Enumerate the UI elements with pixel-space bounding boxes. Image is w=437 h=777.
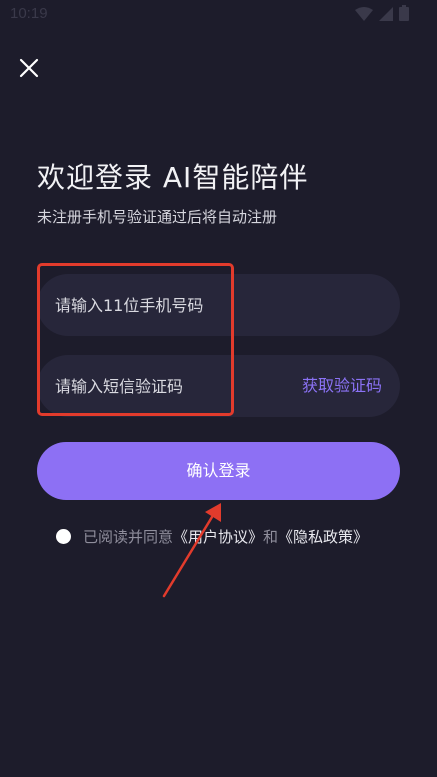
status-time: 10:19 <box>10 5 48 22</box>
page-title: 欢迎登录 AI智能陪伴 <box>37 161 309 194</box>
page-subtitle: 未注册手机号验证通过后将自动注册 <box>37 208 278 226</box>
agreement-row: 已阅读并同意 《用户协议》 和 《隐私政策》 <box>56 524 368 548</box>
phone-field[interactable] <box>37 274 400 336</box>
status-bar: 10:19 <box>0 0 437 30</box>
code-field[interactable]: 获取验证码 <box>37 355 400 417</box>
close-button[interactable] <box>14 55 44 85</box>
close-icon <box>19 58 39 82</box>
get-code-button[interactable]: 获取验证码 <box>302 355 382 417</box>
wifi-icon <box>355 6 373 25</box>
login-button[interactable]: 确认登录 <box>37 442 400 500</box>
battery-icon <box>399 5 409 25</box>
signal-icon <box>379 6 393 25</box>
agreement-and: 和 <box>263 527 279 546</box>
agreement-prefix: 已阅读并同意 <box>83 527 174 546</box>
sms-code-input[interactable] <box>55 355 275 417</box>
user-agreement-link[interactable]: 《用户协议》 <box>173 526 263 547</box>
agree-radio[interactable] <box>56 528 71 544</box>
status-icons <box>355 5 409 25</box>
privacy-policy-link[interactable]: 《隐私政策》 <box>278 526 368 547</box>
phone-input[interactable] <box>55 274 275 336</box>
